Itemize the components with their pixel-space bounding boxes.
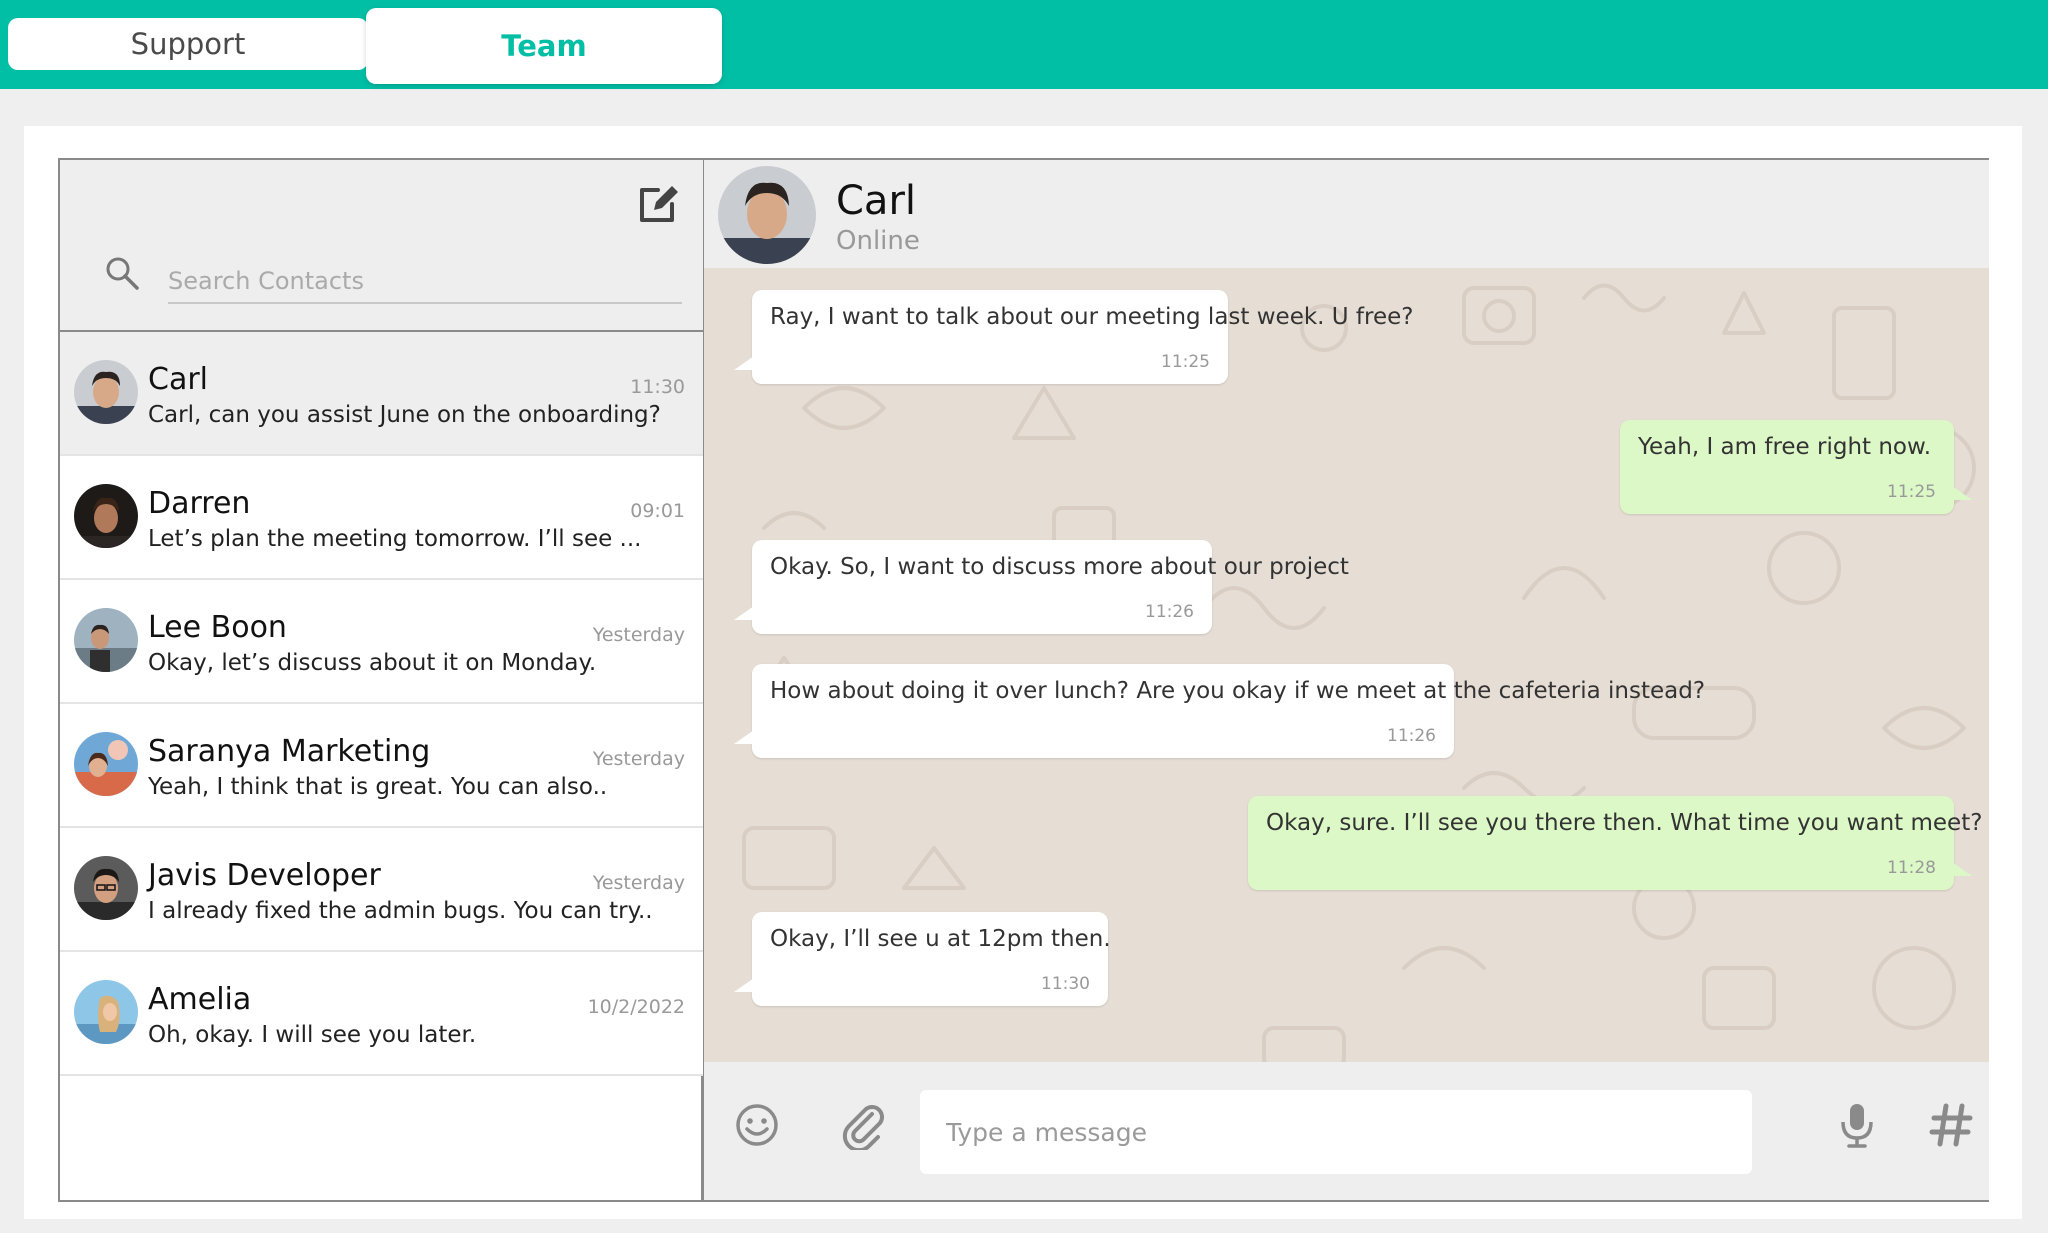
message-time: 11:26 xyxy=(1387,726,1436,746)
contact-name: Carl xyxy=(148,362,208,397)
avatar xyxy=(74,360,138,424)
microphone-icon[interactable] xyxy=(1832,1100,1882,1150)
contact-preview: I already fixed the admin bugs. You can … xyxy=(148,898,653,924)
emoji-icon[interactable] xyxy=(732,1100,782,1150)
conversation-panel: Carl Online Ray, I want to talk about ou… xyxy=(704,160,1989,1200)
contact-preview: Let’s plan the meeting tomorrow. I’ll se… xyxy=(148,526,642,552)
tab-team[interactable]: Team xyxy=(366,8,722,84)
tab-team-label: Team xyxy=(501,29,587,63)
message-bubble-outgoing[interactable]: Yeah, I am free right now. 11:25 xyxy=(1620,420,1972,514)
contact-time: 09:01 xyxy=(630,500,685,522)
message-time: 11:30 xyxy=(1041,974,1090,994)
message-text: Yeah, I am free right now. xyxy=(1638,434,1932,460)
attachment-icon[interactable] xyxy=(838,1100,888,1150)
contact-preview: Okay, let’s discuss about it on Monday. xyxy=(148,650,597,676)
bubble-tail xyxy=(734,978,754,992)
contact-name: Amelia xyxy=(148,982,252,1017)
contact-name: Darren xyxy=(148,486,251,521)
avatar xyxy=(74,856,138,920)
conversation-status: Online xyxy=(836,226,920,256)
message-bubble-incoming[interactable]: Ray, I want to talk about our meeting la… xyxy=(734,290,1414,384)
bubble-tail xyxy=(1952,486,1972,500)
avatar xyxy=(74,608,138,672)
avatar xyxy=(74,732,138,796)
message-text: Ray, I want to talk about our meeting la… xyxy=(770,304,1414,330)
contact-item-amelia[interactable]: Amelia Oh, okay. I will see you later. 1… xyxy=(60,952,703,1076)
contact-preview: Carl, can you assist June on the onboard… xyxy=(148,402,661,428)
message-time: 11:28 xyxy=(1887,858,1936,878)
search-contacts-input[interactable] xyxy=(168,260,682,304)
message-bubble-incoming[interactable]: Okay. So, I want to discuss more about o… xyxy=(734,540,1349,634)
message-text: How about doing it over lunch? Are you o… xyxy=(770,678,1706,704)
message-input[interactable] xyxy=(920,1090,1752,1174)
compose-icon[interactable] xyxy=(636,180,682,226)
search-icon xyxy=(106,257,139,290)
bubble-tail xyxy=(734,356,754,370)
avatar[interactable] xyxy=(718,166,816,264)
contact-preview: Oh, okay. I will see you later. xyxy=(148,1022,477,1048)
contacts-panel: Carl Carl, can you assist June on the on… xyxy=(60,160,704,1200)
hashtag-icon[interactable] xyxy=(1926,1100,1976,1150)
composer-bar xyxy=(704,1062,1989,1200)
contact-item-javis-developer[interactable]: Javis Developer I already fixed the admi… xyxy=(60,828,703,952)
conversation-title: Carl xyxy=(836,178,916,224)
message-text: Okay. So, I want to discuss more about o… xyxy=(770,554,1349,580)
message-area[interactable]: Ray, I want to talk about our meeting la… xyxy=(704,268,1989,1062)
message-time: 11:25 xyxy=(1887,482,1936,502)
contact-name: Javis Developer xyxy=(148,858,381,893)
message-time: 11:25 xyxy=(1161,352,1210,372)
bubble-tail xyxy=(1952,862,1972,876)
contact-item-carl[interactable]: Carl Carl, can you assist June on the on… xyxy=(60,332,703,456)
message-time: 11:26 xyxy=(1145,602,1194,622)
message-bubble-incoming[interactable]: Okay, I’ll see u at 12pm then. 11:30 xyxy=(734,912,1111,1006)
contact-time: 10/2/2022 xyxy=(587,996,685,1018)
message-text: Okay, sure. I’ll see you there then. Wha… xyxy=(1266,810,1983,836)
avatar xyxy=(74,980,138,1044)
message-bubble-incoming[interactable]: How about doing it over lunch? Are you o… xyxy=(734,664,1706,758)
avatar xyxy=(74,484,138,548)
contact-time: Yesterday xyxy=(592,624,685,646)
contact-time: Yesterday xyxy=(592,872,685,894)
contact-preview: Yeah, I think that is great. You can als… xyxy=(148,774,608,800)
contact-name: Lee Boon xyxy=(148,610,287,645)
message-text: Okay, I’ll see u at 12pm then. xyxy=(770,926,1111,952)
contact-name: Saranya Marketing xyxy=(148,734,431,769)
messenger-frame: Carl Carl, can you assist June on the on… xyxy=(58,158,1989,1202)
bubble-tail xyxy=(734,730,754,744)
tab-support-label: Support xyxy=(130,27,246,61)
contacts-header xyxy=(60,160,703,332)
contact-item-darren[interactable]: Darren Let’s plan the meeting tomorrow. … xyxy=(60,456,703,580)
contact-time: 11:30 xyxy=(630,376,685,398)
contact-item-lee-boon[interactable]: Lee Boon Okay, let’s discuss about it on… xyxy=(60,580,703,704)
conversation-header: Carl Online xyxy=(704,160,1989,268)
contact-item-saranya-marketing[interactable]: Saranya Marketing Yeah, I think that is … xyxy=(60,704,703,828)
message-bubble-outgoing[interactable]: Okay, sure. I’ll see you there then. Wha… xyxy=(1248,796,1983,890)
tab-support[interactable]: Support xyxy=(8,18,368,70)
top-bar: Support Team xyxy=(0,0,2048,89)
contact-time: Yesterday xyxy=(592,748,685,770)
bubble-tail xyxy=(734,606,754,620)
